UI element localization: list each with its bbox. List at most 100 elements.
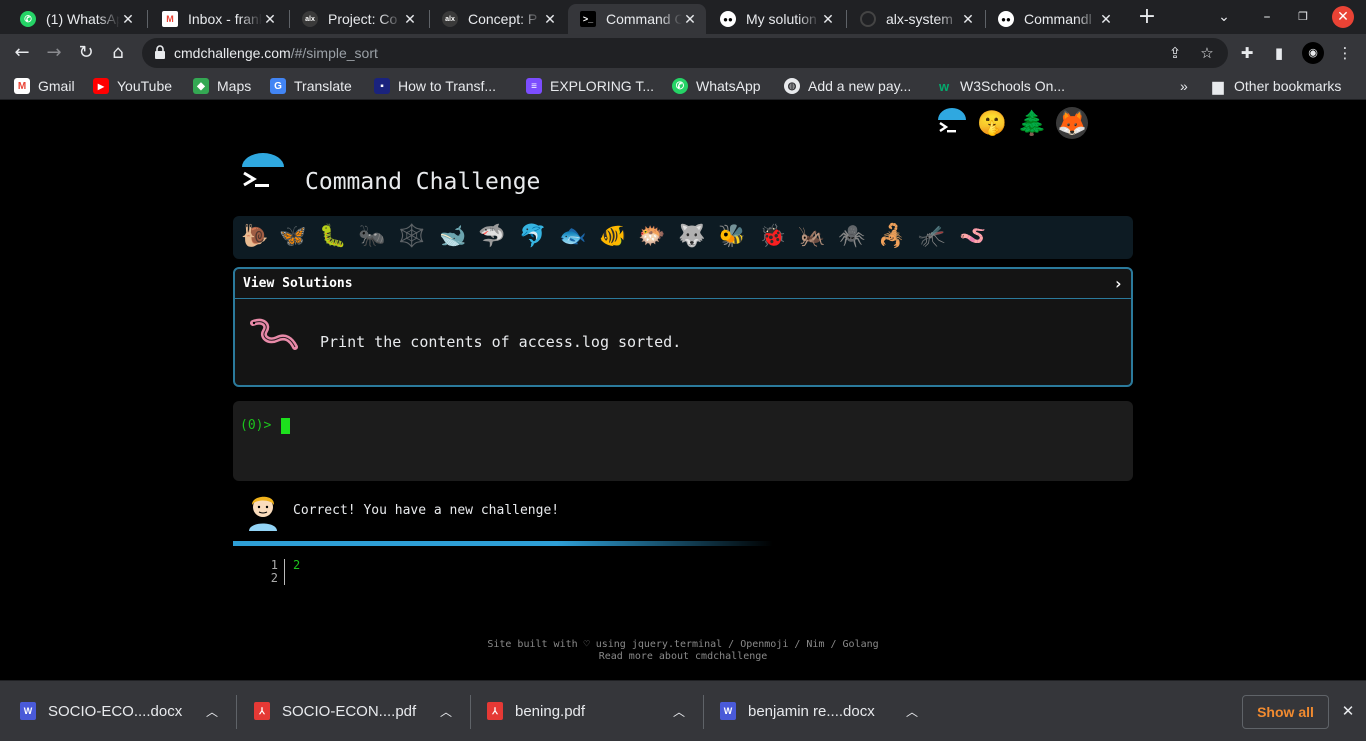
ant-icon[interactable]: 🐜	[356, 222, 388, 252]
output-text: 2	[293, 558, 301, 572]
whatsapp-icon: ✆	[20, 11, 36, 27]
download-item[interactable]: W benjamin re....docx ︿	[720, 695, 930, 727]
worm-icon[interactable]: 🪱	[957, 222, 989, 252]
whale-icon[interactable]: 🐋	[437, 222, 469, 252]
tab-project[interactable]: alx Project: Co ✕	[290, 4, 426, 34]
minimize-icon[interactable]: –	[1256, 6, 1278, 28]
terminal-logo-icon[interactable]	[936, 107, 968, 139]
close-icon[interactable]: ✕	[262, 11, 278, 28]
new-tab-button[interactable]: +	[1136, 6, 1158, 28]
download-filename: bening.pdf	[515, 702, 586, 720]
close-shelf-icon[interactable]: ✕	[1340, 703, 1356, 719]
caterpillar-icon[interactable]: 🐛	[317, 222, 349, 252]
home-icon[interactable]: ⌂	[107, 42, 129, 64]
page-content: 🤫 🌲 🦊 ✉ Command Challenge 🐌 🦋 🐛 🐜 🕸️ 🐋 🦈…	[0, 101, 1366, 680]
tab-concept[interactable]: alx Concept: P ✕	[430, 4, 566, 34]
whatsapp-icon: ✆	[672, 78, 688, 94]
view-solutions-toggle[interactable]: View Solutions ›	[235, 269, 1131, 299]
side-panel-icon[interactable]: ▮	[1270, 44, 1288, 62]
bookmark-label: W3Schools On...	[960, 78, 1066, 94]
docx-icon: W	[20, 702, 36, 720]
footer-read-more-link[interactable]: Read more about cmdchallenge	[383, 651, 983, 663]
w3schools-icon: w	[938, 78, 950, 94]
blowfish-icon[interactable]: 🐡	[636, 222, 668, 252]
docx-icon: W	[720, 702, 736, 720]
wolf-icon[interactable]: 🐺	[676, 222, 708, 252]
close-icon[interactable]: ✕	[960, 11, 976, 28]
tree-icon[interactable]: 🌲	[1016, 107, 1048, 139]
tab-title: Commandl	[1024, 11, 1092, 27]
lock-icon	[155, 45, 165, 59]
close-icon[interactable]: ✕	[542, 11, 558, 28]
shushing-face-icon[interactable]: 🤫	[976, 107, 1008, 139]
tab-alx-system[interactable]: alx-system ✕	[848, 4, 984, 34]
close-icon[interactable]: ✕	[402, 11, 418, 28]
tab-commandl[interactable]: ●● Commandl ✕	[986, 4, 1122, 34]
fish-icon[interactable]: 🐟	[557, 222, 589, 252]
tab-title: Inbox - frank	[188, 11, 262, 27]
shark-icon[interactable]: 🦈	[476, 222, 508, 252]
tab-title: Project: Co	[328, 11, 398, 27]
restore-icon[interactable]: ❐	[1292, 6, 1314, 28]
ladybug-icon[interactable]: 🐞	[757, 222, 789, 252]
bookmark-exploring[interactable]: ≡ EXPLORING T...	[526, 77, 654, 95]
github-icon	[860, 11, 876, 27]
bookmark-add-payment[interactable]: ◍ Add a new pay...	[784, 77, 911, 95]
scorpion-icon[interactable]: 🦂	[876, 222, 908, 252]
download-item[interactable]: ⅄ SOCIO-ECON....pdf ︿	[254, 695, 464, 727]
envelope-icon[interactable]: ✉	[1096, 107, 1128, 139]
share-icon[interactable]: ⇪	[1166, 44, 1184, 62]
terminal-input-area[interactable]: (0)>	[233, 401, 1133, 481]
bookmark-gmail[interactable]: M Gmail	[14, 77, 75, 95]
close-window-icon[interactable]: ✕	[1332, 6, 1354, 28]
bookmark-w3schools[interactable]: w W3Schools On...	[936, 77, 1065, 95]
bookmark-maps[interactable]: ◆ Maps	[193, 77, 251, 95]
butterfly-icon[interactable]: 🦋	[277, 222, 309, 252]
bookmark-whatsapp[interactable]: ✆ WhatsApp	[672, 77, 761, 95]
bookmark-how-to-transf[interactable]: ▪ How to Transf...	[374, 77, 496, 95]
bookmark-other[interactable]: ▆ Other bookmarks	[1210, 77, 1342, 95]
show-all-downloads-button[interactable]: Show all	[1242, 695, 1329, 729]
terminal-cursor	[281, 418, 290, 434]
tab-whatsapp[interactable]: ✆ (1) WhatsApp ✕	[8, 4, 144, 34]
tab-gmail[interactable]: M Inbox - frank ✕	[150, 4, 286, 34]
forward-icon[interactable]: →	[43, 42, 65, 64]
profile-avatar[interactable]: ◉	[1302, 42, 1324, 64]
tropical-fish-icon[interactable]: 🐠	[597, 222, 629, 252]
download-item[interactable]: ⅄ bening.pdf ︿	[487, 695, 697, 727]
bookmark-youtube[interactable]: ▶ YouTube	[93, 77, 172, 95]
chevron-up-icon[interactable]: ︿	[904, 703, 920, 719]
snail-icon[interactable]: 🐌	[239, 222, 271, 252]
bookmark-icon: ≡	[526, 78, 542, 94]
close-icon[interactable]: ✕	[682, 11, 698, 28]
menu-icon[interactable]: ⋮	[1336, 44, 1354, 62]
more-bookmarks-icon[interactable]: »	[1180, 77, 1188, 95]
back-icon[interactable]: ←	[11, 42, 33, 64]
chevron-up-icon[interactable]: ︿	[438, 703, 454, 719]
spider-web-icon[interactable]: 🕸️	[396, 222, 428, 252]
chevron-up-icon[interactable]: ︿	[204, 703, 220, 719]
close-icon[interactable]: ✕	[120, 11, 136, 28]
tab-my-solution[interactable]: ●● My solution ✕	[708, 4, 844, 34]
chevron-up-icon[interactable]: ︿	[671, 703, 687, 719]
maps-icon: ◆	[193, 78, 209, 94]
bookmark-translate[interactable]: G Translate	[270, 77, 352, 95]
close-icon[interactable]: ✕	[1098, 11, 1114, 28]
bookmark-label: How to Transf...	[398, 78, 497, 94]
bookmark-star-icon[interactable]: ☆	[1198, 44, 1216, 62]
gitlab-icon[interactable]: 🦊	[1056, 107, 1088, 139]
terminal-prompt: (0)>	[240, 418, 272, 433]
extensions-icon[interactable]: ✚	[1238, 44, 1256, 62]
bee-icon[interactable]: 🐝	[716, 222, 748, 252]
page-title: Command Challenge	[305, 169, 541, 195]
tab-search-icon[interactable]: ⌄	[1213, 6, 1235, 28]
fly-icon[interactable]: 🦟	[916, 222, 948, 252]
reload-icon[interactable]: ↻	[75, 42, 97, 64]
tab-command-challenge[interactable]: >_ Command C ✕	[568, 4, 706, 34]
address-bar[interactable]: cmdchallenge.com/#/simple_sort ⇪ ☆	[142, 38, 1228, 68]
dolphin-icon[interactable]: 🐬	[517, 222, 549, 252]
close-icon[interactable]: ✕	[820, 11, 836, 28]
download-item[interactable]: W SOCIO-ECO....docx ︿	[20, 695, 230, 727]
spider-icon[interactable]: 🕷️	[836, 222, 868, 252]
cricket-icon[interactable]: 🦗	[796, 222, 828, 252]
